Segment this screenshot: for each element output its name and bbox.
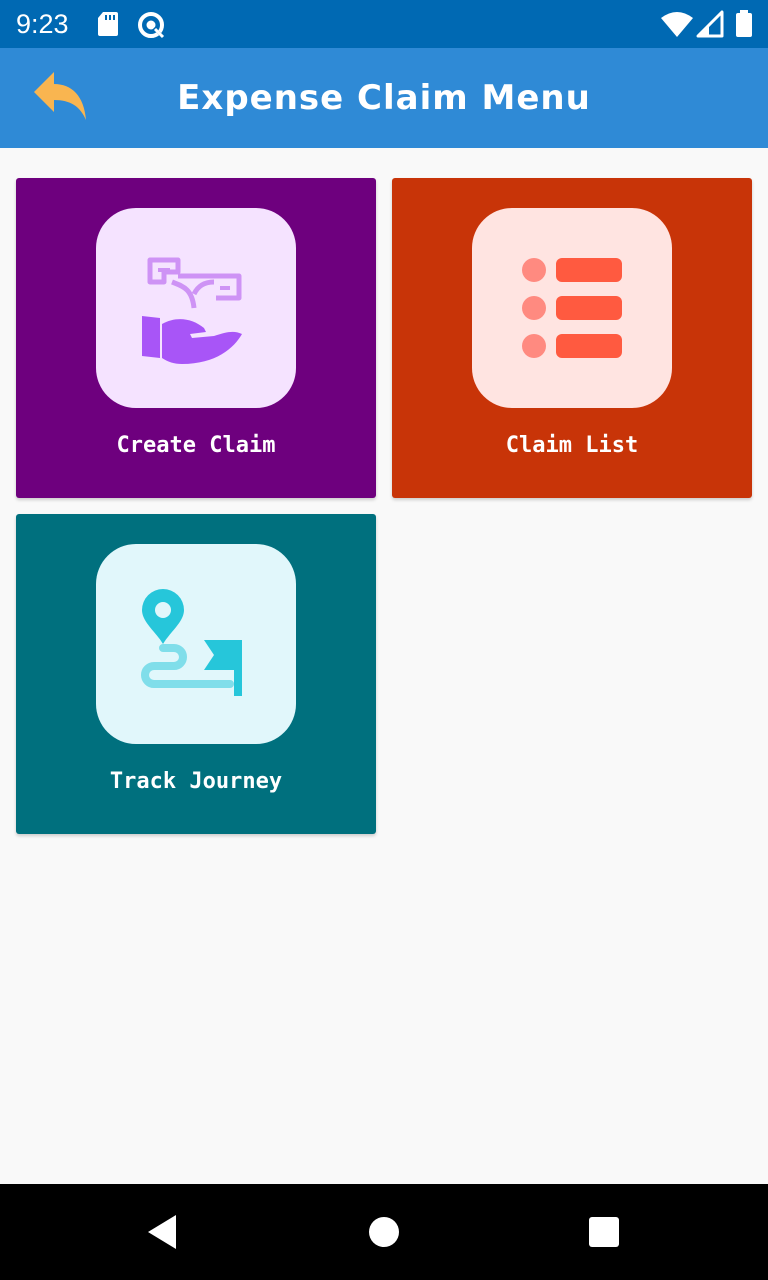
track-journey-tile[interactable]: Track Journey (16, 514, 376, 834)
app-bar: Expense Claim Menu (0, 48, 768, 148)
status-time: 9:23 (16, 9, 69, 39)
sync-icon (138, 12, 165, 39)
battery-icon (736, 10, 752, 37)
journey-route-icon (141, 589, 242, 696)
recents-square-icon[interactable] (584, 1212, 624, 1252)
list-icon (522, 258, 622, 358)
sd-card-icon (98, 12, 118, 36)
track-journey-label: Track Journey (109, 769, 283, 794)
claim-list-tile[interactable]: Claim List (392, 178, 752, 498)
money-hand-icon (142, 257, 242, 364)
create-claim-label: Create Claim (116, 433, 276, 458)
claim-list-icon-box (472, 208, 672, 408)
signal-icon (696, 10, 724, 38)
track-journey-icon-box (96, 544, 296, 744)
create-claim-tile[interactable]: Create Claim (16, 178, 376, 498)
navigation-bar (0, 1184, 768, 1280)
home-circle-icon[interactable] (364, 1212, 404, 1252)
create-claim-icon-box (96, 208, 296, 408)
claim-list-label: Claim List (505, 433, 639, 458)
status-bar: 9:23 (0, 0, 768, 48)
page-title: Expense Claim Menu (177, 78, 591, 118)
wifi-icon (661, 12, 693, 37)
back-triangle-icon[interactable] (144, 1212, 184, 1252)
